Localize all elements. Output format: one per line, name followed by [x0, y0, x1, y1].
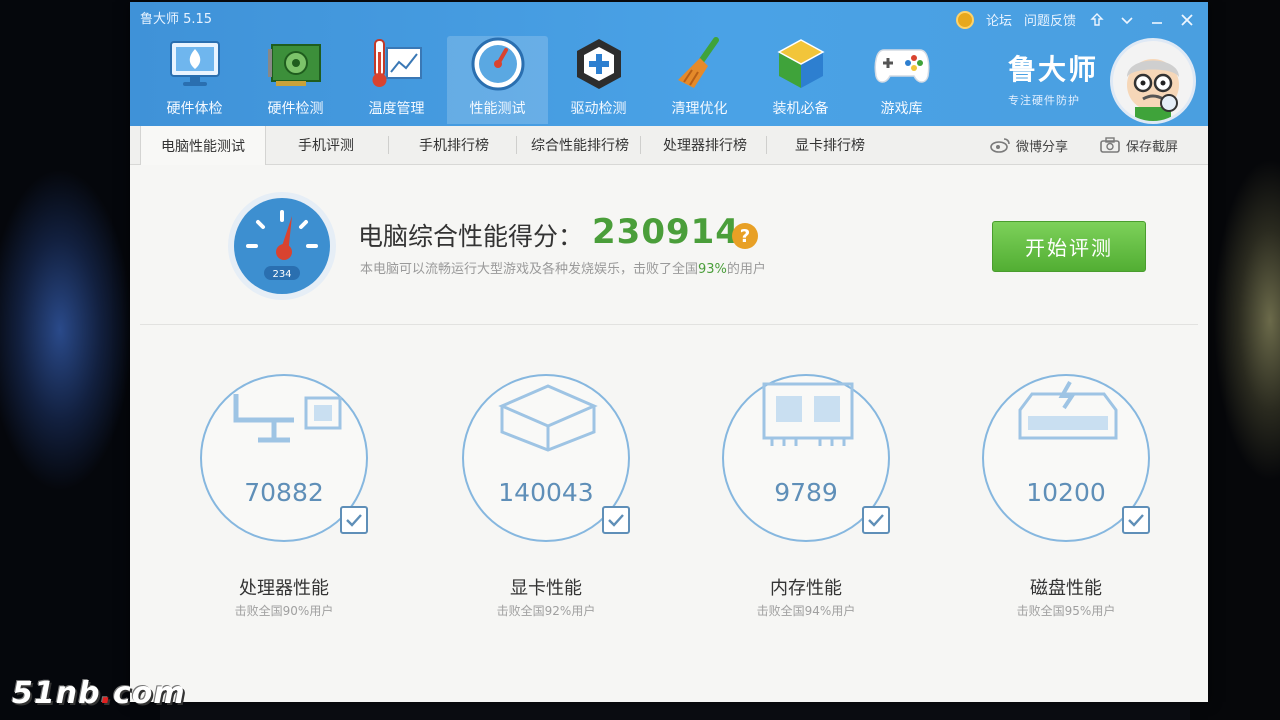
start-test-button[interactable]: 开始评测	[992, 221, 1146, 272]
circuit-board-icon	[267, 36, 324, 92]
app-header: 鲁大师 5.15 论坛 问题反馈 硬件体检 硬件检测 温度管理 性能测试 驱动检…	[130, 2, 1208, 126]
tab-separator	[640, 136, 641, 154]
memory-performance-card: 9789 内存性能 击败全国94%用户	[706, 374, 906, 634]
cube-package-icon	[773, 36, 829, 92]
checkbox-icon	[1122, 506, 1150, 534]
memory-label: 内存性能	[770, 578, 842, 599]
nav-label: 硬件检测	[267, 101, 324, 117]
disk-beat-text: 击败全国95%用户	[1016, 604, 1116, 618]
tab-separator	[766, 136, 767, 154]
main-nav: 硬件体检 硬件检测 温度管理 性能测试 驱动检测 清理优化 装机必备 游戏库	[144, 36, 952, 124]
save-screenshot-button[interactable]: 保存截屏	[1100, 126, 1178, 164]
weibo-share-button[interactable]: 微博分享	[990, 126, 1068, 164]
cpu-label: 处理器性能	[239, 578, 329, 599]
broom-icon	[672, 36, 728, 92]
gauge-number: 234	[272, 269, 291, 280]
score-description: 本电脑可以流畅运行大型游戏及各种发烧娱乐，击败了全国93%的用户	[360, 258, 766, 277]
tab-pc-performance[interactable]: 电脑性能测试	[140, 126, 266, 165]
minimize-icon[interactable]	[1148, 11, 1166, 29]
thermometer-chart-icon	[369, 36, 425, 92]
save-screenshot-label: 保存截屏	[1126, 139, 1179, 155]
mascot-avatar[interactable]	[1110, 38, 1196, 124]
forum-link[interactable]: 论坛	[986, 10, 1012, 29]
tab-gpu-ranking[interactable]: 显卡排行榜	[770, 126, 890, 164]
nav-temperature[interactable]: 温度管理	[346, 36, 447, 124]
checkbox-icon	[602, 506, 630, 534]
nav-label: 清理优化	[671, 101, 728, 117]
brand: 鲁大师 专注硬件防护	[1008, 48, 1098, 108]
watermark-dot: .	[100, 676, 113, 711]
title-controls: 论坛 问题反馈	[955, 10, 1196, 29]
watermark-right: com	[113, 676, 186, 711]
tab-phone-ranking[interactable]: 手机排行榜	[392, 126, 516, 164]
site-watermark: 51nb.com	[12, 676, 186, 711]
memory-beat-text: 击败全国94%用户	[756, 604, 856, 618]
nav-game-library[interactable]: 游戏库	[851, 36, 952, 124]
nav-label: 装机必备	[772, 101, 829, 117]
driver-gear-icon	[571, 36, 627, 92]
desc-suffix: 的用户	[726, 262, 766, 277]
gpu-beat-text: 击败全国92%用户	[496, 604, 596, 618]
weibo-share-label: 微博分享	[1016, 139, 1069, 155]
section-divider	[140, 324, 1198, 325]
disk-label: 磁盘性能	[1030, 578, 1102, 599]
gpu-score: 140043	[498, 478, 594, 507]
nav-clean-optimize[interactable]: 清理优化	[649, 36, 750, 124]
ludashi-window: 鲁大师 5.15 论坛 问题反馈 硬件体检 硬件检测 温度管理 性能测试 驱动检…	[130, 2, 1208, 702]
menu-icon[interactable]	[1118, 11, 1136, 29]
sub-tab-bar: 电脑性能测试 手机评测 手机排行榜 综合性能排行榜 处理器排行榜 显卡排行榜 微…	[130, 126, 1208, 165]
overall-score: 230914	[592, 212, 740, 252]
close-icon[interactable]	[1178, 11, 1196, 29]
nav-hardware-check[interactable]: 硬件体检	[144, 36, 245, 124]
nav-label: 游戏库	[880, 101, 923, 117]
disk-performance-card: 10200 磁盘性能 击败全国95%用户	[966, 374, 1166, 634]
camera-icon	[1100, 137, 1120, 153]
window-title: 鲁大师 5.15	[140, 12, 213, 27]
medal-icon[interactable]	[955, 10, 974, 29]
nav-label: 硬件体检	[166, 101, 223, 117]
gpu-label: 显卡性能	[510, 578, 582, 599]
gamepad-icon	[874, 36, 930, 92]
nav-label: 性能测试	[469, 101, 526, 117]
brand-slogan: 专注硬件防护	[1008, 94, 1080, 107]
gpu-performance-card: 140043 显卡性能 击败全国92%用户	[446, 374, 646, 634]
help-icon[interactable]: ?	[732, 223, 758, 249]
memory-score: 9789	[774, 478, 838, 507]
watermark-left: 51nb	[12, 676, 101, 711]
nav-performance-test[interactable]: 性能测试	[447, 36, 548, 124]
nav-install-essentials[interactable]: 装机必备	[750, 36, 851, 124]
nav-driver-detect[interactable]: 驱动检测	[548, 36, 649, 124]
performance-gauge: 234	[226, 190, 338, 302]
checkbox-icon	[862, 506, 890, 534]
score-title: 电脑综合性能得分：	[358, 222, 584, 251]
cpu-performance-card: 70882 处理器性能 击败全国90%用户	[184, 374, 384, 634]
cpu-score: 70882	[244, 478, 324, 507]
cpu-beat-text: 击败全国90%用户	[234, 604, 334, 618]
brand-name: 鲁大师	[1008, 53, 1099, 86]
skin-icon[interactable]	[1088, 11, 1106, 29]
nav-label: 温度管理	[368, 101, 425, 117]
nav-hardware-detect[interactable]: 硬件检测	[245, 36, 346, 124]
weibo-icon	[990, 138, 1010, 153]
tab-overall-ranking[interactable]: 综合性能排行榜	[520, 126, 640, 164]
tab-phone-review[interactable]: 手机评测	[264, 126, 388, 164]
desc-percent: 93%	[698, 262, 727, 277]
checkbox-icon	[340, 506, 368, 534]
tab-separator	[516, 136, 517, 154]
feedback-link[interactable]: 问题反馈	[1024, 10, 1076, 29]
speed-gauge-icon	[470, 36, 526, 92]
tab-separator	[388, 136, 389, 154]
tab-cpu-ranking[interactable]: 处理器排行榜	[644, 126, 766, 164]
nav-label: 驱动检测	[570, 101, 627, 117]
monitor-check-icon	[167, 36, 223, 92]
desc-prefix: 本电脑可以流畅运行大型游戏及各种发烧娱乐，击败了全国	[360, 262, 699, 277]
disk-score: 10200	[1026, 478, 1106, 507]
